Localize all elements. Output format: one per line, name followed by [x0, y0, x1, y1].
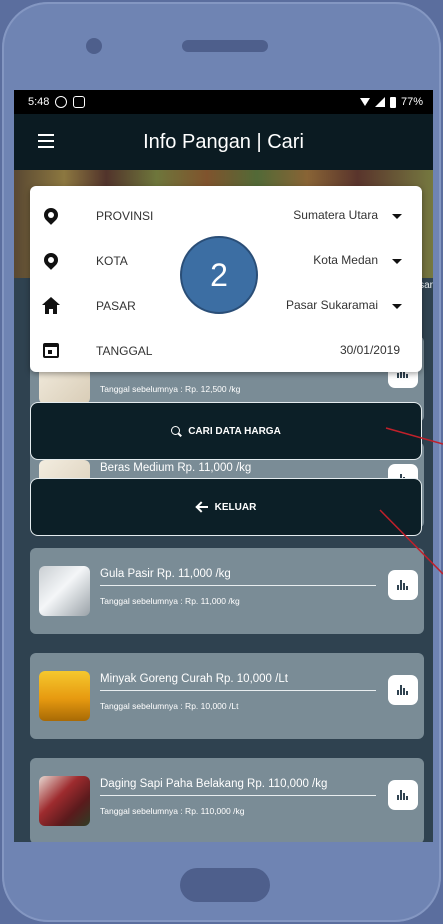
annotation-lines: [379, 427, 443, 575]
annotation-line: [379, 509, 443, 575]
annotation-line: [385, 427, 443, 445]
